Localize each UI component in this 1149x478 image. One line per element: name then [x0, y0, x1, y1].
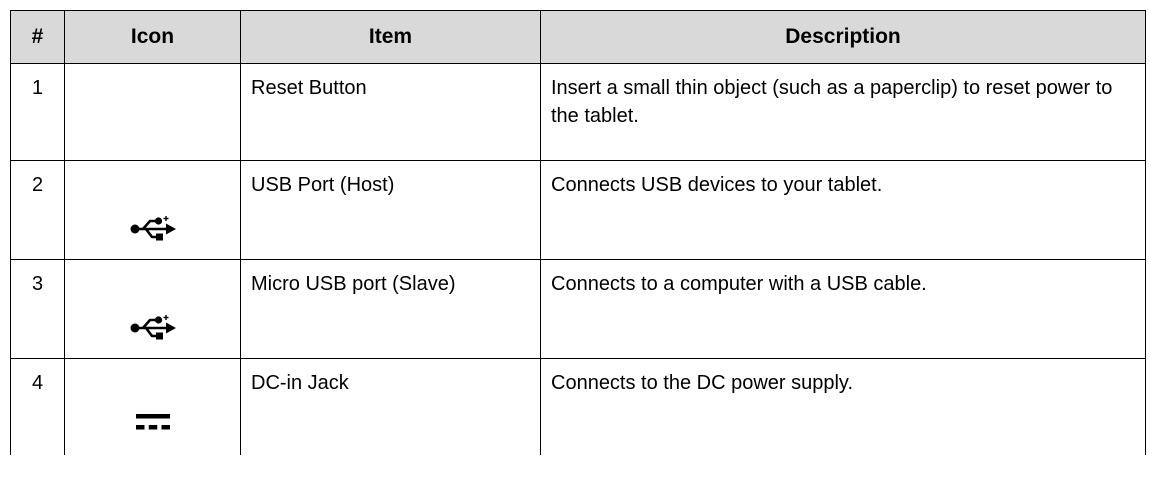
item-description: Connects USB devices to your tablet.: [540, 160, 1146, 260]
item-description: Connects to the DC power supply.: [540, 358, 1146, 455]
table-row: 3 Micro USB port (Slave) Connects to a c…: [10, 259, 1146, 359]
item-description: Connects to a computer with a USB cable.: [540, 259, 1146, 359]
row-number: 3: [10, 259, 65, 359]
table-row: 4 DC-in Jack Connects to the DC power su…: [10, 358, 1146, 455]
dc-power-icon: [135, 414, 170, 430]
item-name: Micro USB port (Slave): [240, 259, 541, 359]
table-row: 1 Reset Button Insert a small thin objec…: [10, 63, 1146, 161]
item-description: Insert a small thin object (such as a pa…: [540, 63, 1146, 161]
item-name: USB Port (Host): [240, 160, 541, 260]
header-icon: Icon: [64, 10, 241, 64]
icon-cell: [64, 358, 241, 455]
row-number: 1: [10, 63, 65, 161]
header-item: Item: [240, 10, 541, 64]
icon-cell-empty: [64, 63, 241, 161]
header-description: Description: [540, 10, 1146, 64]
icon-cell: [64, 160, 241, 260]
item-name: Reset Button: [240, 63, 541, 161]
row-number: 4: [10, 358, 65, 455]
table-header-row: # Icon Item Description: [10, 10, 1146, 64]
row-number: 2: [10, 160, 65, 260]
header-number: #: [10, 10, 65, 64]
icon-cell: [64, 259, 241, 359]
usb-icon: [130, 216, 176, 241]
usb-icon: [130, 315, 176, 340]
item-name: DC-in Jack: [240, 358, 541, 455]
ports-table: # Icon Item Description 1 Reset Button I…: [10, 10, 1146, 455]
table-row: 2 USB Port (Host) Connects USB devices t…: [10, 160, 1146, 260]
